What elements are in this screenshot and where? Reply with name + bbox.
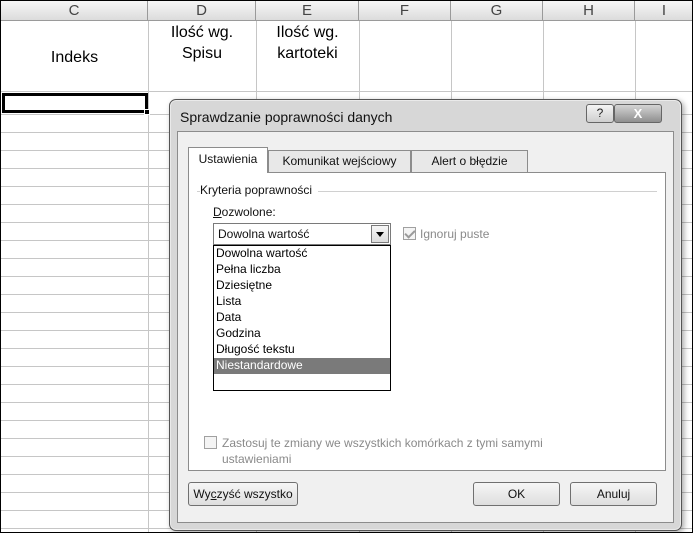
allow-combobox[interactable]: Dowolna wartość	[213, 223, 391, 245]
help-button[interactable]: ?	[586, 104, 614, 123]
allow-label-accel: D	[213, 205, 222, 219]
allow-label-text: ozwolone:	[221, 205, 276, 219]
dialog-body: Ustawienia Komunikat wejściowy Alert o b…	[177, 131, 674, 523]
help-icon: ?	[596, 106, 604, 120]
dropdown-option[interactable]: Długość tekstu	[214, 342, 390, 358]
ignore-blank-checkbox[interactable]	[403, 227, 416, 240]
screenshot-frame: C D E F G H I Indeks Ilość wg. Spisu Ilo…	[0, 0, 693, 533]
close-icon: X	[633, 106, 643, 121]
clear-all-text-post: zyść wszystko	[216, 487, 293, 501]
fill-handle[interactable]	[144, 109, 150, 115]
cell-ilosc-kartoteki-line1[interactable]: Ilość wg.	[256, 22, 359, 43]
dialog-title: Sprawdzanie poprawności danych	[180, 109, 393, 125]
column-header-c[interactable]: C	[1, 1, 148, 21]
cell-indeks[interactable]: Indeks	[1, 47, 148, 68]
validation-criteria-label: Kryteria poprawności	[200, 183, 319, 197]
settings-panel: Kryteria poprawności Dozwolone: Dowolna …	[188, 172, 666, 471]
column-header-g[interactable]: G	[451, 1, 543, 21]
column-header-i[interactable]: I	[635, 1, 692, 21]
data-validation-dialog: Sprawdzanie poprawności danych ? X Ustaw…	[169, 99, 682, 531]
dropdown-option[interactable]: Lista	[214, 294, 390, 310]
dialog-titlebar[interactable]: Sprawdzanie poprawności danych ? X	[170, 100, 681, 132]
chevron-down-icon[interactable]	[371, 225, 389, 243]
column-header-d[interactable]: D	[148, 1, 256, 21]
cell-ilosc-kartoteki-line2[interactable]: kartoteki	[256, 43, 359, 64]
cancel-button[interactable]: Anuluj	[570, 482, 657, 506]
column-header-h[interactable]: H	[543, 1, 635, 21]
apply-all-label-line2: ustawieniami	[222, 452, 292, 466]
dropdown-option[interactable]: Dowolna wartość	[214, 246, 390, 262]
ignore-blank-label: Ignoruj puste	[420, 227, 490, 241]
clear-all-button[interactable]: Wyczyść wszystko	[188, 482, 298, 506]
dropdown-option[interactable]: Godzina	[214, 326, 390, 342]
clear-all-text-pre: Wy	[193, 487, 211, 501]
dropdown-option[interactable]: Data	[214, 310, 390, 326]
allow-label: Dozwolone:	[213, 205, 276, 219]
apply-all-label-line1: Zastosuj te zmiany we wszystkich komórka…	[222, 436, 543, 450]
tab-error-alert[interactable]: Alert o błędzie	[411, 150, 528, 172]
tab-input-message[interactable]: Komunikat wejściowy	[268, 150, 411, 172]
close-button[interactable]: X	[614, 104, 662, 123]
active-cell-c3[interactable]	[2, 93, 148, 113]
cell-ilosc-spis-line2[interactable]: Spisu	[148, 43, 256, 64]
allow-combobox-value: Dowolna wartość	[218, 227, 310, 241]
dropdown-option[interactable]: Pełna liczba	[214, 262, 390, 278]
allow-dropdown-list: Dowolna wartość Pełna liczba Dziesiętne …	[213, 245, 391, 391]
ok-button[interactable]: OK	[473, 482, 560, 506]
column-header-e[interactable]: E	[256, 1, 359, 21]
column-header-f[interactable]: F	[359, 1, 451, 21]
grid-line	[1, 91, 692, 92]
dropdown-option[interactable]: Dziesiętne	[214, 278, 390, 294]
tab-settings[interactable]: Ustawienia	[188, 147, 268, 173]
cell-ilosc-spis-line1[interactable]: Ilość wg.	[148, 22, 256, 43]
dropdown-option-selected[interactable]: Niestandardowe	[214, 358, 390, 374]
apply-all-checkbox[interactable]	[204, 436, 217, 449]
